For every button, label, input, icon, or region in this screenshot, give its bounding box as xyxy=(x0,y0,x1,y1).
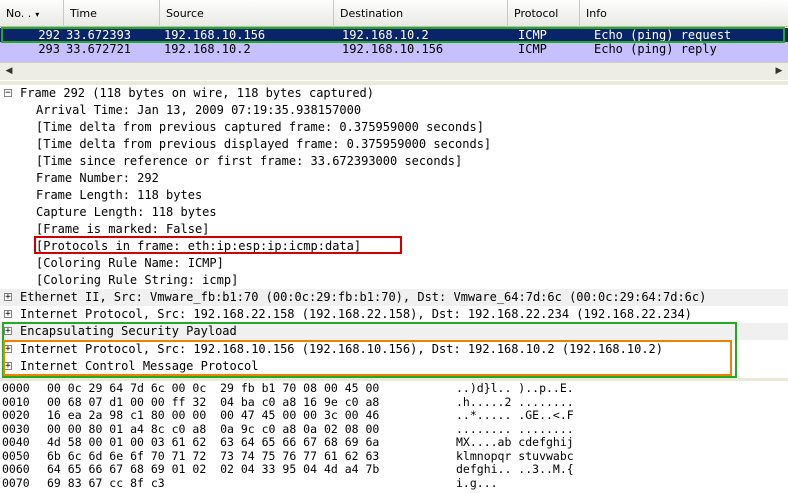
collapse-icon[interactable]: − xyxy=(4,89,12,98)
sort-descending-icon: ▾ xyxy=(35,10,40,19)
packet-list-pane[interactable]: No. . ▾ Time Source Destination Protocol … xyxy=(0,0,788,81)
bytes-row[interactable]: 0060 64 65 66 67 68 69 01 02 02 04 33 95 … xyxy=(0,462,788,477)
cell-time: 33.672721 xyxy=(66,42,132,56)
tree-node-icmp[interactable]: + Internet Control Message Protocol xyxy=(0,358,788,375)
bytes-offset: 0010 xyxy=(2,394,30,409)
cell-source: 192.168.10.156 xyxy=(164,28,266,42)
tree-node-label: Ethernet II, Src: Vmware_fb:b1:70 (00:0c… xyxy=(20,290,707,304)
field-frame-marked[interactable]: [Frame is marked: False] xyxy=(36,221,209,238)
bytes-offset: 0070 xyxy=(2,475,30,490)
column-label-info: Info xyxy=(586,7,607,20)
column-label-no: No. . xyxy=(6,7,32,20)
field-frame-length[interactable]: Frame Length: 118 bytes xyxy=(36,187,202,204)
bytes-row[interactable]: 0010 00 68 07 d1 00 00 ff 32 04 ba c0 a8 … xyxy=(0,394,788,410)
bytes-ascii[interactable]: ..)d}l.. )..p..E. xyxy=(456,381,574,396)
field-coloring-rule-string[interactable]: [Coloring Rule String: icmp] xyxy=(36,272,238,289)
cell-no: 292 xyxy=(38,28,60,42)
tree-node-label: Internet Protocol, Src: 192.168.10.156 (… xyxy=(20,342,663,356)
field-time-delta-displayed[interactable]: [Time delta from previous displayed fram… xyxy=(36,136,491,153)
cell-destination: 192.168.10.156 xyxy=(342,42,444,56)
column-header-no[interactable]: No. . ▾ xyxy=(0,0,64,27)
packet-row-selected[interactable]: 292 33.672393 192.168.10.156 192.168.10.… xyxy=(0,28,788,42)
field-time-since-reference[interactable]: [Time since reference or first frame: 33… xyxy=(36,153,462,170)
field-frame-number[interactable]: Frame Number: 292 xyxy=(36,170,159,187)
bytes-ascii[interactable]: i.g... xyxy=(456,476,498,491)
bytes-row[interactable]: 0050 6b 6c 6d 6e 6f 70 71 72 73 74 75 76 … xyxy=(0,448,788,464)
bytes-hex[interactable]: 4d 58 00 01 00 03 61 62 63 64 65 66 67 6… xyxy=(47,435,379,450)
bytes-hex[interactable]: 00 00 80 01 a4 8c c0 a8 0a 9c c0 a8 0a 0… xyxy=(47,422,379,437)
column-header-protocol[interactable]: Protocol xyxy=(508,0,580,27)
column-label-time: Time xyxy=(70,7,97,20)
bytes-hex[interactable]: 69 83 67 cc 8f c3 xyxy=(47,476,165,491)
field-capture-length[interactable]: Capture Length: 118 bytes xyxy=(36,204,217,221)
expand-icon[interactable]: + xyxy=(4,293,12,302)
cell-no: 293 xyxy=(38,42,60,56)
bytes-hex[interactable]: 6b 6c 6d 6e 6f 70 71 72 73 74 75 76 77 6… xyxy=(47,449,379,464)
bytes-offset: 0060 xyxy=(2,462,30,476)
tree-node-label: Internet Protocol, Src: 192.168.22.158 (… xyxy=(20,307,692,321)
bytes-ascii[interactable]: defghi.. ..3..M.{ xyxy=(456,462,574,477)
bytes-ascii[interactable]: .h.....2 ........ xyxy=(456,395,574,410)
column-header-source[interactable]: Source xyxy=(160,0,334,27)
cell-protocol: ICMP xyxy=(518,28,547,42)
scroll-right-arrow-icon[interactable]: ▶ xyxy=(772,65,786,78)
bytes-offset: 0040 xyxy=(2,435,30,449)
column-header-info[interactable]: Info xyxy=(580,0,788,27)
tree-node-label: Encapsulating Security Payload xyxy=(20,324,237,338)
tree-node-ethernet[interactable]: + Ethernet II, Src: Vmware_fb:b1:70 (00:… xyxy=(0,289,788,306)
packet-bytes-pane[interactable]: 0000 00 0c 29 64 7d 6c 00 0c 29 fb b1 70 … xyxy=(0,381,788,493)
bytes-row[interactable]: 0000 00 0c 29 64 7d 6c 00 0c 29 fb b1 70 … xyxy=(0,381,788,396)
field-arrival-time[interactable]: Arrival Time: Jan 13, 2009 07:19:35.9381… xyxy=(36,102,361,119)
cell-info: Echo (ping) request xyxy=(594,28,732,42)
bytes-offset: 0050 xyxy=(2,448,30,463)
bytes-hex[interactable]: 16 ea 2a 98 c1 80 00 00 00 47 45 00 00 3… xyxy=(47,408,379,423)
tree-node-frame[interactable]: − Frame 292 (118 bytes on wire, 118 byte… xyxy=(0,85,788,102)
packet-row[interactable]: 293 33.672721 192.168.10.2 192.168.10.15… xyxy=(0,42,788,56)
packet-details-pane[interactable]: − Frame 292 (118 bytes on wire, 118 byte… xyxy=(0,85,788,378)
expand-icon[interactable]: + xyxy=(4,345,12,354)
bytes-hex[interactable]: 00 0c 29 64 7d 6c 00 0c 29 fb b1 70 08 0… xyxy=(47,381,379,396)
bytes-ascii[interactable]: ..*..... .GE..<.F xyxy=(456,408,574,423)
bytes-row[interactable]: 0030 00 00 80 01 a4 8c c0 a8 0a 9c c0 a8 … xyxy=(0,421,788,437)
bytes-ascii[interactable]: klmnopqr stuvwabc xyxy=(456,449,574,464)
cell-time: 33.672393 xyxy=(66,28,132,42)
column-label-source: Source xyxy=(166,7,204,20)
expand-icon[interactable]: + xyxy=(4,362,12,371)
cell-destination: 192.168.10.2 xyxy=(342,28,429,42)
cell-info: Echo (ping) reply xyxy=(594,42,717,56)
tree-node-esp[interactable]: + Encapsulating Security Payload xyxy=(0,323,788,340)
bytes-offset: 0000 xyxy=(2,381,30,395)
field-time-delta-captured[interactable]: [Time delta from previous captured frame… xyxy=(36,119,484,136)
tree-node-label: Internet Control Message Protocol xyxy=(20,359,259,373)
bytes-row[interactable]: 0070 69 83 67 cc 8f c3 i.g... xyxy=(0,475,788,491)
tree-node-ip-outer[interactable]: + Internet Protocol, Src: 192.168.22.158… xyxy=(0,306,788,323)
bytes-offset: 0030 xyxy=(2,421,30,436)
bytes-row[interactable]: 0020 16 ea 2a 98 c1 80 00 00 00 47 45 00 … xyxy=(0,408,788,423)
column-label-destination: Destination xyxy=(340,7,404,20)
cell-protocol: ICMP xyxy=(518,42,547,56)
field-protocols-in-frame[interactable]: [Protocols in frame: eth:ip:esp:ip:icmp:… xyxy=(36,238,361,255)
bytes-hex[interactable]: 64 65 66 67 68 69 01 02 02 04 33 95 04 4… xyxy=(47,462,379,477)
expand-icon[interactable]: + xyxy=(4,327,12,336)
column-header-time[interactable]: Time xyxy=(64,0,160,27)
bytes-ascii[interactable]: ........ ........ xyxy=(456,422,574,437)
column-header-bar: No. . ▾ Time Source Destination Protocol … xyxy=(0,0,788,27)
expand-icon[interactable]: + xyxy=(4,310,12,319)
bytes-row[interactable]: 0040 4d 58 00 01 00 03 61 62 63 64 65 66 … xyxy=(0,435,788,450)
tree-node-ip-inner[interactable]: + Internet Protocol, Src: 192.168.10.156… xyxy=(0,341,788,358)
packet-list-horizontal-scrollbar[interactable]: ◀ ▶ xyxy=(0,62,788,80)
field-coloring-rule-name[interactable]: [Coloring Rule Name: ICMP] xyxy=(36,255,224,272)
scroll-left-arrow-icon[interactable]: ◀ xyxy=(2,65,16,78)
bytes-ascii[interactable]: MX....ab cdefghij xyxy=(456,435,574,450)
tree-node-label: Frame 292 (118 bytes on wire, 118 bytes … xyxy=(20,86,375,100)
column-label-protocol: Protocol xyxy=(514,7,559,20)
bytes-hex[interactable]: 00 68 07 d1 00 00 ff 32 04 ba c0 a8 16 9… xyxy=(47,395,379,410)
cell-source: 192.168.10.2 xyxy=(164,42,251,56)
bytes-offset: 0020 xyxy=(2,408,30,422)
column-header-destination[interactable]: Destination xyxy=(334,0,508,27)
